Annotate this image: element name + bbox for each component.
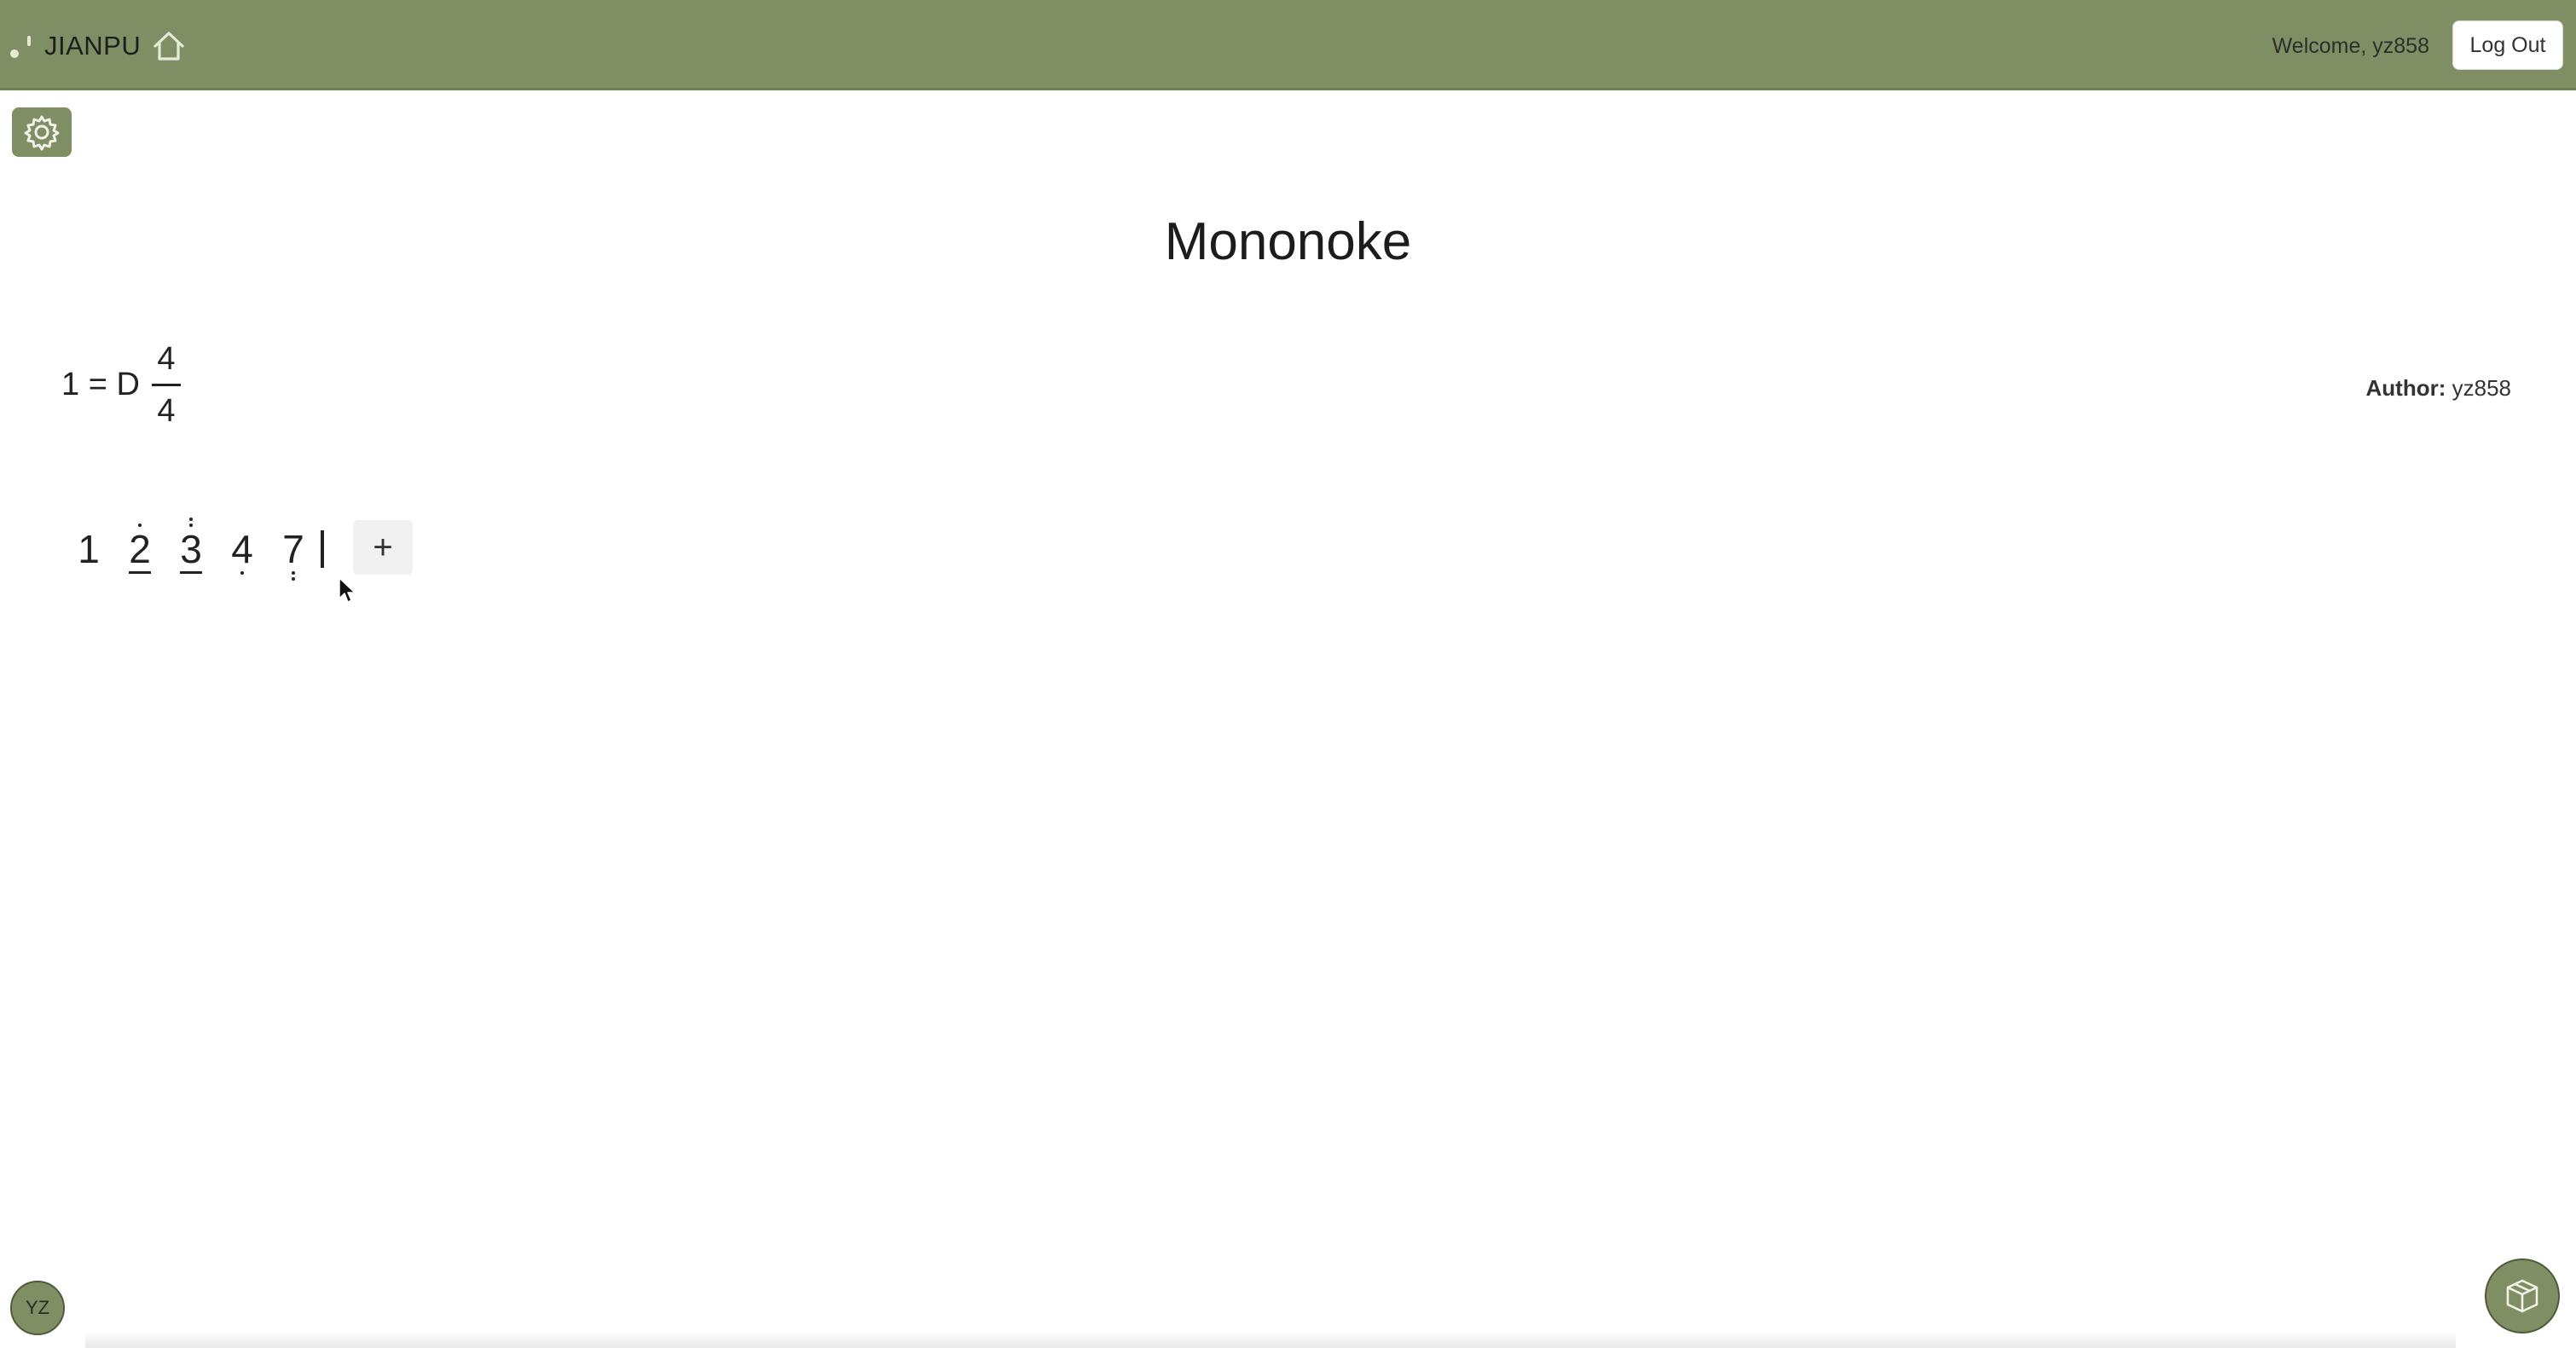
note-digit: 4 — [231, 527, 253, 571]
brand-logo[interactable]: JIANPU — [7, 24, 141, 68]
gear-icon — [24, 115, 60, 151]
settings-button[interactable] — [12, 107, 72, 157]
bottom-shadow — [85, 1330, 2456, 1348]
top-navbar: JIANPU Welcome, yz858 Log Out — [0, 0, 2576, 90]
time-signature: 4 4 — [151, 340, 181, 429]
author-name: yz858 — [2452, 375, 2511, 401]
key-label: 1 = D — [61, 366, 140, 402]
add-note-button[interactable]: + — [353, 520, 413, 575]
note[interactable]: 2 — [123, 515, 157, 583]
score-title[interactable]: Mononoke — [0, 211, 2576, 272]
note[interactable]: 3 — [174, 515, 208, 583]
note-digit: 7 — [282, 527, 304, 571]
note[interactable]: 1 — [72, 515, 106, 583]
time-denominator: 4 — [157, 392, 176, 429]
author-info: Author: yz858 — [2366, 375, 2511, 402]
time-numerator: 4 — [157, 340, 176, 377]
home-icon[interactable] — [150, 27, 188, 65]
mouse-cursor-icon — [339, 577, 356, 603]
music-note-icon — [7, 29, 41, 63]
note-digit: 1 — [78, 527, 100, 571]
logout-button[interactable]: Log Out — [2452, 20, 2563, 70]
welcome-text: Welcome, yz858 — [2272, 34, 2429, 58]
author-label: Author: — [2365, 375, 2446, 401]
avatar[interactable]: YZ — [10, 1281, 65, 1335]
key-signature[interactable]: 1 = D 4 4 — [61, 338, 181, 431]
cube-button[interactable] — [2485, 1258, 2560, 1334]
note-digit: 2 — [129, 527, 151, 571]
note[interactable]: 7 — [276, 515, 310, 583]
cube-icon — [2506, 1279, 2538, 1313]
note-digit: 3 — [180, 527, 202, 571]
note[interactable]: 4 — [225, 515, 259, 583]
bar-line — [321, 530, 324, 568]
brand-name[interactable]: JIANPU — [44, 31, 141, 61]
